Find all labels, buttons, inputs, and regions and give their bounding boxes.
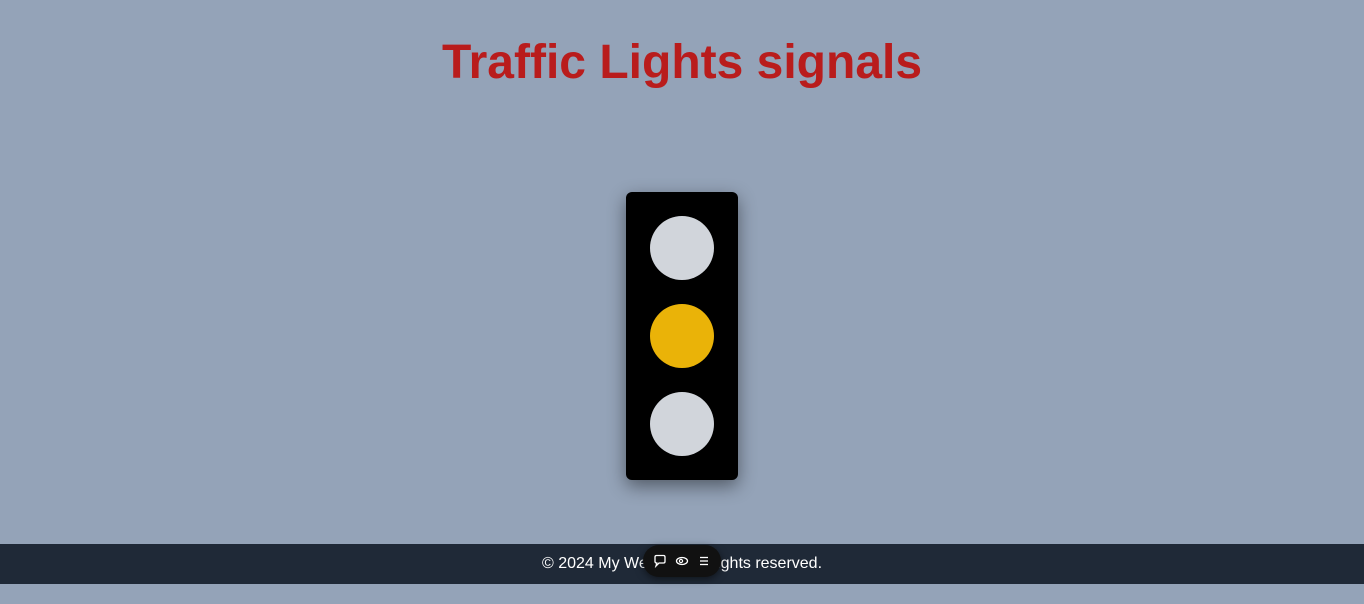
bottom-lamp — [650, 392, 714, 456]
top-lamp — [650, 216, 714, 280]
traffic-light — [626, 192, 738, 480]
comment-icon[interactable] — [651, 552, 669, 570]
menu-icon[interactable] — [695, 552, 713, 570]
eye-icon[interactable] — [673, 552, 691, 570]
floating-toolbar — [643, 545, 721, 577]
middle-lamp — [650, 304, 714, 368]
page-title: Traffic Lights signals — [441, 36, 923, 89]
